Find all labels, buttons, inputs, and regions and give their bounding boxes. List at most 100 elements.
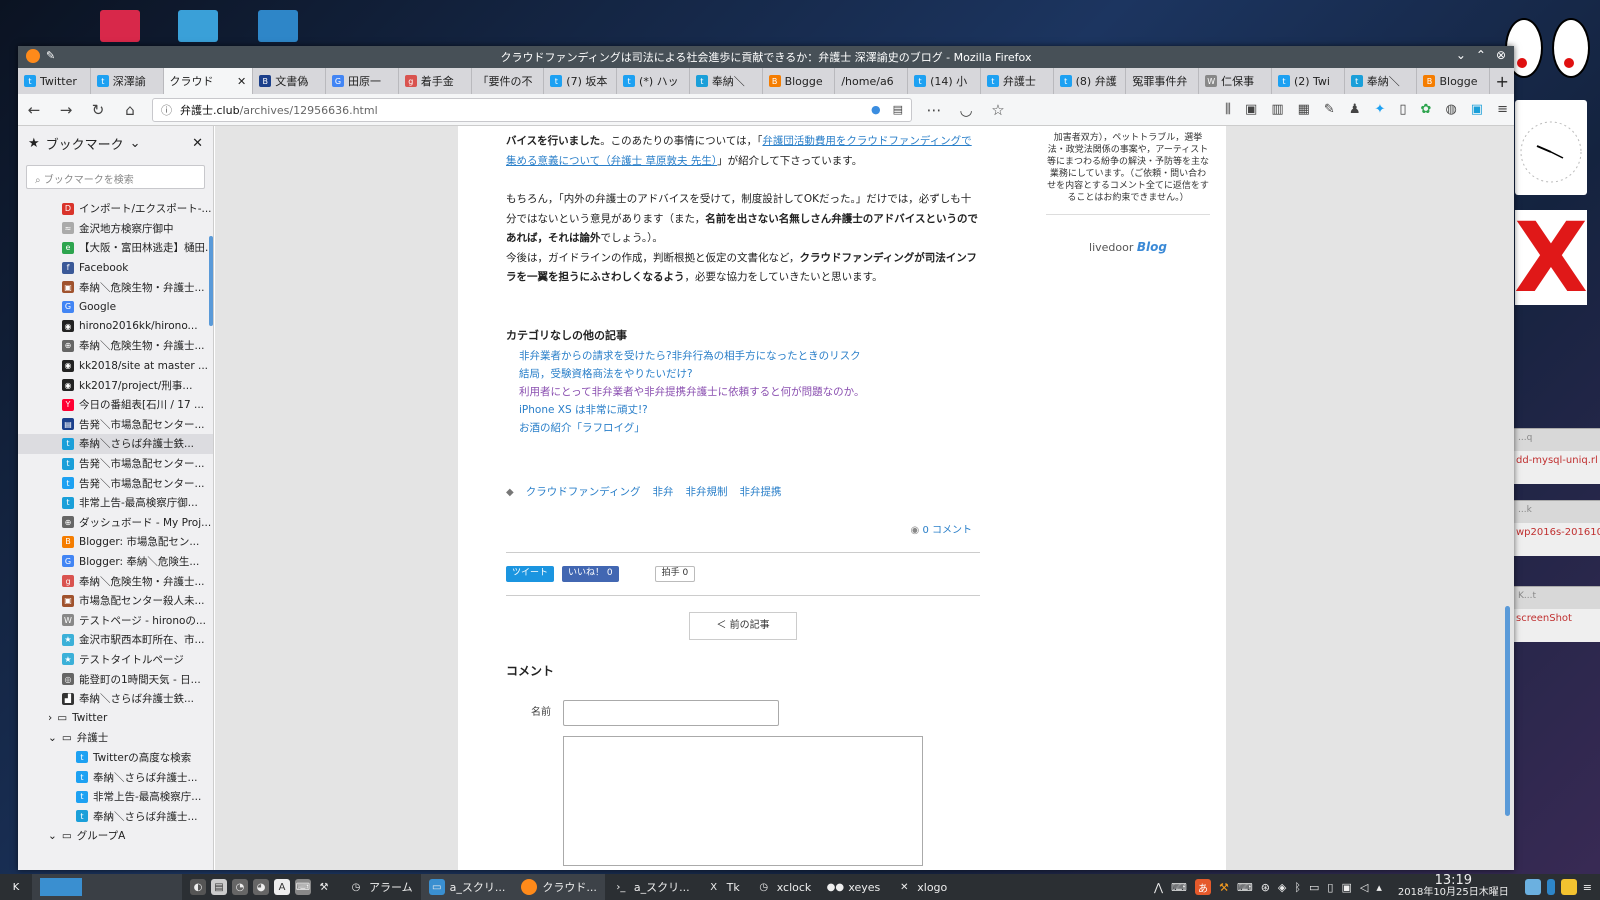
tab-8[interactable]: t (*) ハッ bbox=[617, 68, 690, 94]
bookmark-item[interactable]: G Blogger: 奉納＼危険生... bbox=[18, 552, 213, 572]
tab-13[interactable]: t 弁護士 bbox=[981, 68, 1054, 94]
tab-1[interactable]: t 深澤諭 bbox=[91, 68, 164, 94]
keyboard-layout-icon[interactable]: ⌨ bbox=[1237, 881, 1253, 894]
pen-extension-icon[interactable]: ✎ bbox=[1324, 102, 1335, 117]
pin-icon[interactable]: ✎ bbox=[46, 49, 55, 63]
bookmark-item[interactable]: W テストページ - hironoの... bbox=[18, 610, 213, 630]
reader-view-icon[interactable]: ▤ bbox=[893, 103, 903, 116]
menu-icon[interactable]: ≡ bbox=[1583, 881, 1592, 894]
tab-9[interactable]: t 奉納＼ bbox=[690, 68, 763, 94]
url-bar[interactable]: ⓘ 弁護士.club/archives/12956636.html ● ▤ bbox=[152, 97, 912, 122]
minimize-icon[interactable]: ⌄ bbox=[1456, 48, 1466, 62]
clap-button[interactable]: 拍手 0 bbox=[654, 566, 696, 582]
grid-extension-icon[interactable]: ▦ bbox=[1298, 102, 1310, 117]
twitter-extension-icon[interactable]: ✦ bbox=[1374, 102, 1385, 117]
tab-11[interactable]: /home/a6 bbox=[835, 68, 909, 94]
task-a-script-1[interactable]: ▭ a_スクリ... bbox=[420, 874, 514, 900]
network-icon[interactable]: ⊛ bbox=[1261, 881, 1270, 894]
facebook-like-button[interactable]: いいね！ 0 bbox=[562, 566, 619, 582]
tag-link[interactable]: 非弁提携 bbox=[739, 483, 781, 503]
start-menu-button[interactable]: K bbox=[0, 874, 32, 900]
digital-clock[interactable]: 13:19 2018年10月25日木曜日 bbox=[1390, 874, 1517, 899]
app-icon[interactable]: ◕ bbox=[253, 879, 269, 895]
vector-icon[interactable]: ⋀ bbox=[1154, 881, 1163, 894]
lock-icon[interactable]: ▣ bbox=[1341, 881, 1351, 894]
tag-link[interactable]: 非弁規制 bbox=[685, 483, 727, 503]
window-titlebar[interactable]: ✎ クラウドファンディングは司法による社会進歩に貢献できるか：弁護士 深澤諭史の… bbox=[18, 46, 1514, 68]
bookmark-item[interactable]: t 告発＼市場急配センター... bbox=[18, 454, 213, 474]
folder-desktop-icon[interactable] bbox=[258, 10, 298, 42]
shield-icon[interactable]: ◈ bbox=[1278, 881, 1286, 894]
folder-arrow-icon[interactable]: ⌄ bbox=[48, 830, 57, 842]
blue-tray-icon[interactable] bbox=[1546, 879, 1555, 895]
bookmark-item[interactable]: ★ テストタイトルページ bbox=[18, 650, 213, 670]
other-article-link[interactable]: iPhone XS は非常に頑丈!? bbox=[506, 401, 980, 419]
bookmark-item[interactable]: t 非常上告-最高検察庁御... bbox=[18, 493, 213, 513]
bookmark-item[interactable]: ◉ kk2018/site at master ... bbox=[18, 356, 213, 376]
close-sidebar-icon[interactable]: ✕ bbox=[192, 136, 203, 151]
task-xclock[interactable]: ◷ xclock bbox=[748, 874, 820, 900]
side-window-2[interactable]: ...k wp2016s-201610 bbox=[1514, 500, 1600, 556]
bookmark-item[interactable]: g 奉納＼危険生物・弁護士... bbox=[18, 571, 213, 591]
sidebar-header[interactable]: ★ ブックマーク ⌄ ✕ bbox=[18, 126, 213, 161]
hamburger-menu-icon[interactable]: ≡ bbox=[1497, 102, 1508, 117]
tag-link[interactable]: 非弁 bbox=[652, 483, 673, 503]
task-xeyes[interactable]: ●● xeyes bbox=[819, 874, 888, 900]
tab-15[interactable]: 冤罪事件弁 bbox=[1126, 68, 1200, 94]
bookmark-item[interactable]: ◉ kk2017/project/刑事... bbox=[18, 375, 213, 395]
close-window-icon[interactable]: ⊗ bbox=[1496, 48, 1506, 62]
previous-article-button[interactable]: ＜ 前の記事 bbox=[689, 612, 797, 640]
bookmark-item[interactable]: Y 今日の番組表[石川 / 17 ... bbox=[18, 395, 213, 415]
bookmark-item[interactable]: t 非常上告-最高検察庁... bbox=[18, 787, 213, 807]
bookmark-item[interactable]: t 告発＼市場急配センター... bbox=[18, 473, 213, 493]
bookmark-item[interactable]: B Blogger: 市場急配セン... bbox=[18, 532, 213, 552]
task-xlogo[interactable]: ✕ xlogo bbox=[888, 874, 955, 900]
bookmark-folder[interactable]: ⌄ ▭ 弁護士 bbox=[18, 728, 213, 748]
bookmark-item[interactable]: ★ 金沢市駅西本町所在、市... bbox=[18, 630, 213, 650]
tweet-button[interactable]: ツイート bbox=[506, 566, 555, 582]
desktop-1[interactable] bbox=[40, 878, 82, 896]
bookmark-item[interactable]: ≈ 金沢地方検察庁御中 bbox=[18, 219, 213, 239]
pager[interactable] bbox=[32, 874, 182, 900]
bookmark-folder[interactable]: ⌄ ▭ グループA bbox=[18, 826, 213, 846]
xlogo-window[interactable]: X bbox=[1514, 202, 1588, 314]
close-tab-icon[interactable]: ✕ bbox=[237, 75, 246, 88]
toggle-icon[interactable]: ● bbox=[871, 103, 881, 116]
folder-arrow-icon[interactable]: › bbox=[48, 712, 52, 724]
trash-desktop-icon[interactable] bbox=[100, 10, 140, 42]
tab-14[interactable]: t (8) 弁護 bbox=[1054, 68, 1127, 94]
bookmark-item[interactable]: t 奉納＼さらば弁護士... bbox=[18, 806, 213, 826]
tab-7[interactable]: t (7) 坂本 bbox=[544, 68, 618, 94]
bookmark-item[interactable]: ▟ 奉納＼さらば弁護士鉄... bbox=[18, 689, 213, 709]
info-icon[interactable]: ⓘ bbox=[161, 102, 172, 118]
task-a-script-2[interactable]: ›_ a_スクリ... bbox=[605, 874, 698, 900]
bookmark-item[interactable]: ▤ 告発＼市場急配センター... bbox=[18, 415, 213, 435]
other-article-link[interactable]: 非弁業者からの請求を受けたら?非弁行為の相手方になったときのリスク bbox=[506, 347, 980, 365]
bookmark-item[interactable]: ◎ 能登町の1時間天気 - 日... bbox=[18, 669, 213, 689]
bookmark-item[interactable]: ⊕ ダッシュボード - My Proj... bbox=[18, 513, 213, 533]
clipboard-icon[interactable]: ▯ bbox=[1399, 102, 1406, 117]
tab-10[interactable]: B Blogge bbox=[763, 68, 836, 94]
bookmark-star-icon[interactable]: ☆ bbox=[988, 101, 1008, 119]
keyboard-tray-icon[interactable]: ⌨ bbox=[1171, 881, 1187, 894]
clipboard-tray-icon[interactable]: ▯ bbox=[1327, 881, 1333, 894]
tab-2-active[interactable]: クラウド ✕ bbox=[163, 68, 254, 94]
pocket-icon[interactable]: ◡ bbox=[956, 101, 976, 119]
comment-count-link[interactable]: ◉ 0 コメント bbox=[506, 521, 980, 541]
bookmark-item[interactable]: ◉ hirono2016kk/hirono... bbox=[18, 317, 213, 337]
evernote-icon[interactable]: ♟ bbox=[1349, 102, 1361, 117]
tab-5[interactable]: g 着手金 bbox=[399, 68, 472, 94]
new-tab-button[interactable]: + bbox=[1490, 68, 1514, 94]
bluetooth-icon[interactable]: ᛒ bbox=[1294, 881, 1301, 894]
tools-icon[interactable]: ⚒ bbox=[1219, 881, 1229, 894]
tab-18[interactable]: t 奉納＼ bbox=[1345, 68, 1418, 94]
more-actions-icon[interactable]: ⋯ bbox=[924, 101, 944, 119]
image-tray-icon[interactable] bbox=[1524, 879, 1541, 895]
font-icon[interactable]: A bbox=[274, 879, 290, 895]
document-icon[interactable]: ▤ bbox=[211, 879, 227, 895]
keyboard-icon[interactable]: ⌨ bbox=[295, 879, 311, 895]
bookmark-item[interactable]: e 【大阪・富田林逃走】樋田... bbox=[18, 238, 213, 258]
reload-icon[interactable]: ↻ bbox=[88, 101, 108, 119]
forward-icon[interactable]: → bbox=[56, 101, 76, 119]
bookmark-folder[interactable]: › ▭ Twitter bbox=[18, 708, 213, 728]
